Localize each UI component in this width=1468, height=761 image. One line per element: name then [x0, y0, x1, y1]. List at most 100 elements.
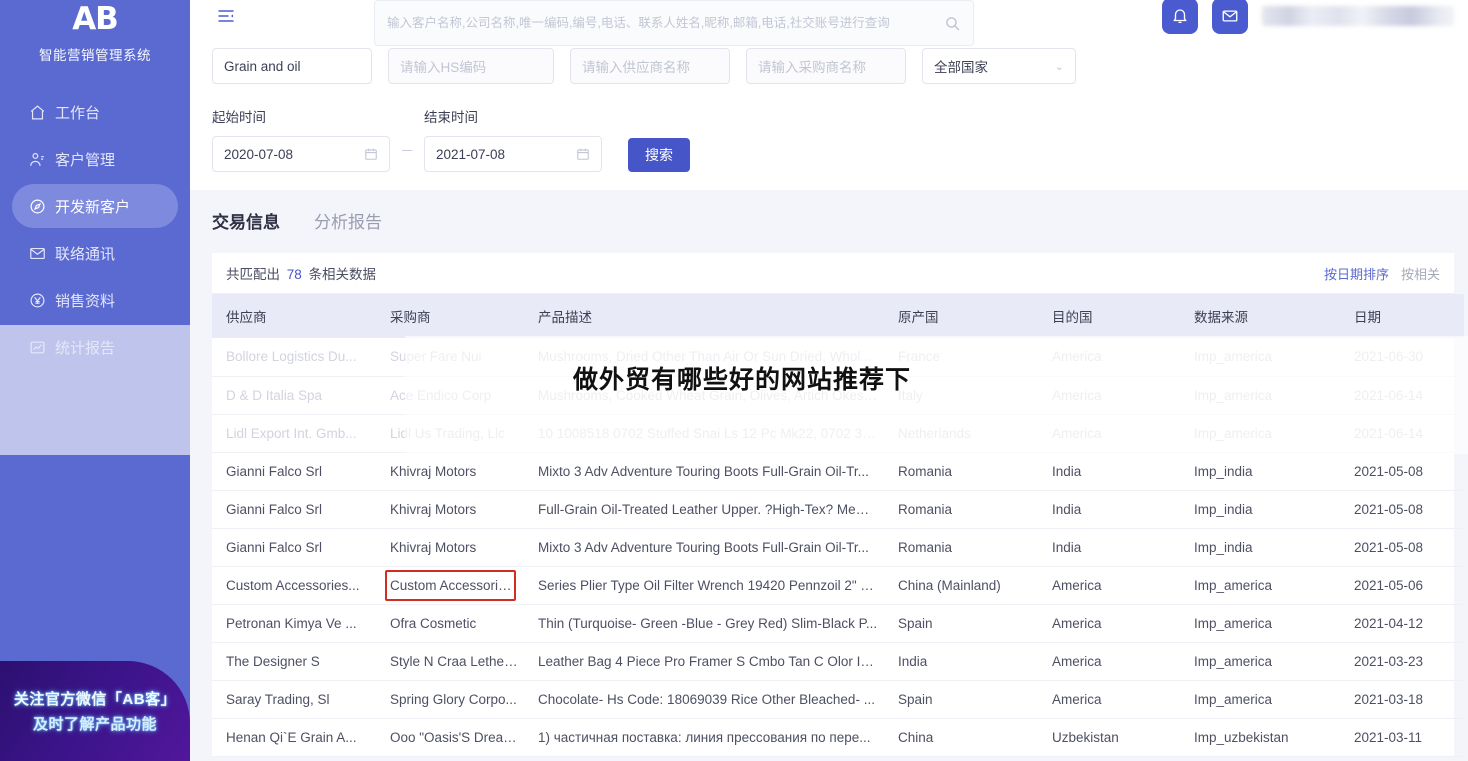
cell-data-source: Imp_india — [1184, 490, 1344, 529]
search-button[interactable]: 搜索 — [628, 138, 690, 172]
table-row[interactable]: Henan Qi`E Grain A... Ooo "Oasis'S Dream"… — [212, 718, 1464, 757]
sidebar-item-customers[interactable]: 客户管理 — [12, 137, 178, 181]
column-supplier[interactable]: 供应商 — [212, 294, 380, 338]
messages-button[interactable] — [1212, 0, 1248, 34]
search-input[interactable] — [387, 16, 944, 30]
cell-destination: India — [1042, 528, 1184, 567]
date-range-dash: － — [400, 143, 414, 159]
end-date-label: 结束时间 — [424, 110, 478, 125]
keyword-value: Grain and oil — [224, 58, 301, 74]
yuan-icon — [28, 291, 46, 309]
results-header: 共匹配出 78 条相关数据 按日期排序 按相关 — [212, 253, 1454, 294]
cell-supplier: Bollore Logistics Du... — [212, 338, 380, 377]
cell-description: Mixto 3 Adv Adventure Touring Boots Full… — [528, 528, 888, 567]
cell-description: Full-Grain Oil-Treated Leather Upper. ?H… — [528, 490, 888, 529]
cell-date: 2021-06-14 — [1344, 376, 1464, 415]
column-date[interactable]: 日期 — [1344, 294, 1464, 338]
filter-row-inputs: Grain and oil 请输入HS编码 请输入供应商名称 请输入采购商名称 … — [190, 48, 1468, 84]
cell-destination: America — [1042, 566, 1184, 605]
sort-by-relevance[interactable]: 按相关 — [1401, 264, 1440, 283]
cell-date: 2021-06-14 — [1344, 414, 1464, 453]
start-date-input[interactable]: 2020-07-08 — [212, 136, 390, 172]
sidebar-item-label: 开发新客户 — [55, 198, 131, 216]
cell-buyer: Style N Craa Lether... — [380, 642, 528, 681]
table-row[interactable]: Bollore Logistics Du... Super Fare Nui Mus… — [212, 338, 1464, 377]
table-row[interactable]: Gianni Falco Srl Khivraj Motors Full-Grain… — [212, 490, 1464, 529]
table-row[interactable]: Gianni Falco Srl Khivraj Motors Mixto 3 Ad… — [212, 528, 1464, 567]
country-select[interactable]: 全部国家 ⌄ — [922, 48, 1076, 84]
sidebar-item-label: 销售资料 — [55, 292, 116, 310]
cell-data-source: Imp_america — [1184, 604, 1344, 643]
sidebar-item-communication[interactable]: 联络通讯 — [12, 231, 178, 275]
column-origin[interactable]: 原产国 — [888, 294, 1042, 338]
keyword-field[interactable]: Grain and oil — [212, 48, 372, 84]
filter-panel: Grain and oil 请输入HS编码 请输入供应商名称 请输入采购商名称 … — [190, 32, 1468, 190]
sidebar-item-develop-new-customer[interactable]: 开发新客户 — [12, 184, 178, 228]
results-suffix: 条相关数据 — [308, 267, 377, 282]
cell-origin: India — [888, 642, 1042, 681]
chart-icon — [28, 338, 46, 356]
table-row[interactable]: Custom Accessories... Custom Accessories.… — [212, 566, 1464, 605]
home-icon — [28, 103, 46, 121]
cell-date: 2021-06-30 — [1344, 338, 1464, 377]
column-description[interactable]: 产品描述 — [528, 294, 888, 338]
mail-icon — [28, 244, 46, 262]
cell-description: Mushrooms, Cooked Wheat Grain, Olives, A… — [528, 376, 888, 415]
global-search[interactable] — [374, 0, 974, 46]
cell-destination: America — [1042, 680, 1184, 719]
supplier-field[interactable]: 请输入供应商名称 — [570, 48, 730, 84]
cell-date: 2021-05-06 — [1344, 566, 1464, 605]
cell-data-source: Imp_america — [1184, 642, 1344, 681]
cell-destination: India — [1042, 452, 1184, 491]
table-row[interactable]: Lidl Export Int. Gmb... Lidl Us Trading, … — [212, 414, 1464, 453]
user-account-area[interactable] — [1262, 6, 1454, 26]
table-row[interactable]: Saray Trading, Sl Spring Glory Corpo... Ch… — [212, 680, 1464, 719]
results-count: 78 — [286, 267, 302, 282]
column-buyer[interactable]: 采购商 — [380, 294, 528, 338]
wechat-promo-banner[interactable]: 关注官方微信「AB客」 及时了解产品功能 — [0, 661, 190, 761]
tab-transaction-info[interactable]: 交易信息 — [212, 208, 280, 241]
cell-buyer: Spring Glory Corpo... — [380, 680, 528, 719]
cell-date: 2021-03-11 — [1344, 718, 1464, 757]
cell-date: 2021-03-23 — [1344, 642, 1464, 681]
cell-destination: Uzbekistan — [1042, 718, 1184, 757]
cell-buyer: Ofra Cosmetic — [380, 604, 528, 643]
column-destination[interactable]: 目的国 — [1042, 294, 1184, 338]
column-data-source[interactable]: 数据来源 — [1184, 294, 1344, 338]
search-icon[interactable] — [944, 15, 961, 32]
cell-date: 2021-05-08 — [1344, 490, 1464, 529]
cell-description: 1) частичная поставка: линия прессования… — [528, 718, 888, 757]
sidebar-item-sales-material[interactable]: 销售资料 — [12, 278, 178, 322]
table-row[interactable]: Petronan Kimya Ve ... Ofra Cosmetic Thin (… — [212, 604, 1464, 643]
cell-supplier: The Designer S — [212, 642, 380, 681]
hs-code-field[interactable]: 请输入HS编码 — [388, 48, 554, 84]
compass-icon — [28, 197, 46, 215]
cell-description: Leather Bag 4 Piece Pro Framer S Cmbo Ta… — [528, 642, 888, 681]
user-icon — [28, 150, 46, 168]
cell-supplier: Custom Accessories... — [212, 566, 380, 605]
tab-analysis-report[interactable]: 分析报告 — [314, 208, 382, 241]
start-date-value: 2020-07-08 — [224, 146, 294, 162]
table-row[interactable]: Gianni Falco Srl Khivraj Motors Mixto 3 Ad… — [212, 452, 1464, 491]
notifications-button[interactable] — [1162, 0, 1198, 34]
end-date-input[interactable]: 2021-07-08 — [424, 136, 602, 172]
sort-by-date[interactable]: 按日期排序 — [1324, 264, 1389, 283]
sidebar-item-statistics-report[interactable]: 统计报告 — [12, 325, 178, 369]
calendar-icon — [576, 147, 590, 161]
app-root: AB 智能营销管理系统 工作台 客户管理 开发新客户 联络通讯 销售资料 统计报… — [0, 0, 1468, 761]
cell-buyer: Khivraj Motors — [380, 452, 528, 491]
cell-supplier: Gianni Falco Srl — [212, 452, 380, 491]
table-row[interactable]: D & D Italia Spa Ace Endico Corp Mushrooms… — [212, 376, 1464, 415]
highlight-box — [385, 569, 516, 601]
buyer-field[interactable]: 请输入采购商名称 — [746, 48, 906, 84]
content-tabs: 交易信息 分析报告 — [190, 190, 1468, 241]
menu-fold-icon[interactable] — [216, 6, 236, 26]
cell-supplier: Henan Qi`E Grain A... — [212, 718, 380, 757]
cell-data-source: Imp_india — [1184, 452, 1344, 491]
cell-buyer: Ooo "Oasis'S Dream" — [380, 718, 528, 757]
table-row[interactable]: The Designer S Style N Craa Lether... Leat… — [212, 642, 1464, 681]
cell-destination: India — [1042, 490, 1184, 529]
start-date-group: 起始时间 2020-07-08 — [212, 106, 390, 172]
sidebar-item-workbench[interactable]: 工作台 — [12, 90, 178, 134]
supplier-placeholder: 请输入供应商名称 — [582, 60, 690, 75]
